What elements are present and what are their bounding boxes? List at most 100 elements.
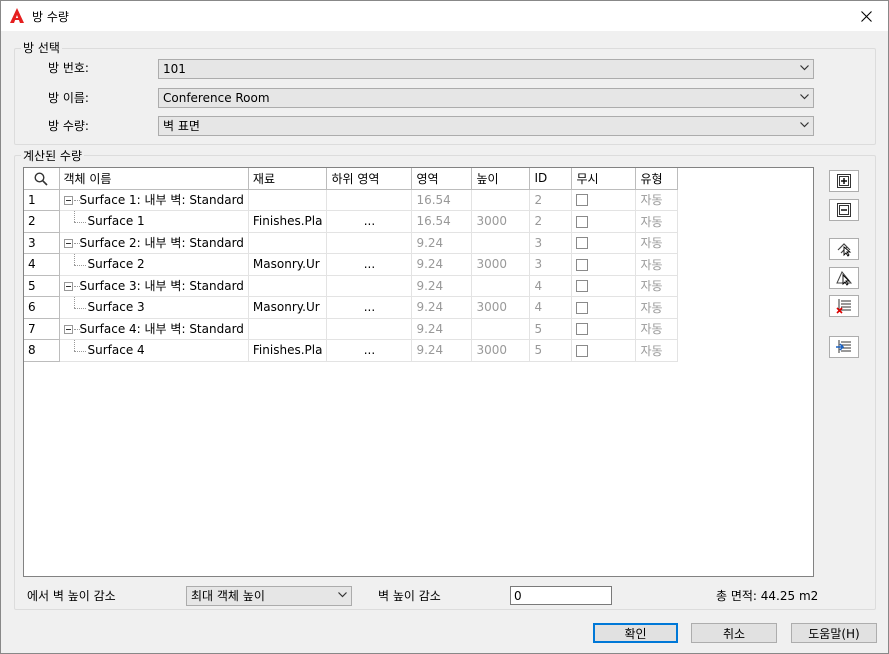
sub-area-cell[interactable]: ... [326, 253, 413, 276]
collapse-all-button[interactable] [829, 199, 859, 221]
ignore-cell[interactable] [571, 253, 637, 276]
column-header-object-name[interactable]: 객체 이름 [59, 168, 249, 190]
object-name-cell[interactable]: Surface 4 [59, 339, 249, 362]
room-quantity-combo[interactable]: 벽 표면 [158, 116, 814, 136]
column-header-height[interactable]: 높이 [471, 168, 531, 190]
material-cell[interactable] [248, 189, 328, 211]
sub-area-cell[interactable]: ... [326, 339, 413, 362]
height-cell[interactable]: 3000 [471, 339, 531, 362]
total-area-text: 총 면적: 44.25 m2 [716, 589, 819, 603]
height-cell[interactable]: 3000 [471, 296, 531, 319]
room-name-value: Conference Room [163, 91, 270, 105]
row-number[interactable]: 8 [24, 339, 60, 362]
id-cell: 4 [529, 275, 573, 297]
height-cell[interactable] [471, 232, 531, 254]
add-object-button[interactable] [829, 267, 859, 289]
material-cell[interactable]: Finishes.Pla [248, 210, 328, 233]
table-row[interactable]: 4 Surface 2 Masonry.Ur... 9.24 3000 3 자동 [24, 253, 679, 276]
material-cell[interactable]: Masonry.Ur [248, 253, 328, 276]
ignore-cell[interactable] [571, 296, 637, 319]
object-name-cell[interactable]: Surface 2: 내부 벽: Standard [59, 232, 249, 254]
help-button[interactable]: 도움말(H) [791, 623, 877, 643]
sub-area-cell[interactable] [326, 232, 413, 254]
object-name-cell[interactable]: Surface 3: 내부 벽: Standard [59, 275, 249, 297]
sub-area-cell[interactable]: ... [326, 210, 413, 233]
ignore-checkbox[interactable] [576, 323, 589, 335]
ok-button[interactable]: 확인 [593, 623, 678, 643]
material-cell[interactable]: Finishes.Pla [248, 339, 328, 362]
collapse-node-icon[interactable] [63, 325, 73, 334]
ignore-checkbox[interactable] [576, 215, 589, 228]
search-column-header[interactable] [24, 168, 60, 190]
expand-all-button[interactable] [829, 170, 859, 192]
collapse-node-icon[interactable] [63, 282, 73, 291]
ignore-checkbox[interactable] [576, 237, 589, 249]
ignore-cell[interactable] [571, 339, 637, 362]
height-cell[interactable]: 3000 [471, 253, 531, 276]
column-header-area[interactable]: 영역 [411, 168, 473, 190]
ignore-cell[interactable] [571, 232, 637, 254]
material-cell[interactable] [248, 232, 328, 254]
ignore-checkbox[interactable] [576, 344, 589, 357]
object-name-cell[interactable]: Surface 1: 내부 벽: Standard [59, 189, 249, 211]
select-object-button[interactable] [829, 238, 859, 260]
reduce-from-combo[interactable]: 최대 객체 높이 [186, 586, 352, 606]
row-number[interactable]: 5 [24, 275, 60, 297]
list-button[interactable] [829, 336, 859, 358]
column-header-id[interactable]: ID [529, 168, 573, 190]
sub-area-cell[interactable] [326, 318, 413, 340]
ignore-checkbox[interactable] [576, 194, 589, 206]
table-row[interactable]: 2 Surface 1 Finishes.Pla... 16.54 3000 2 자동 [24, 210, 679, 233]
close-button[interactable] [844, 1, 888, 31]
material-cell[interactable]: Masonry.Ur [248, 296, 328, 319]
remove-button[interactable] [829, 295, 859, 317]
table-row[interactable]: 8 Surface 4 Finishes.Pla... 9.24 3000 5 자동 [24, 339, 679, 362]
room-quantity-value: 벽 표면 [163, 119, 200, 133]
row-number[interactable]: 3 [24, 232, 60, 254]
cancel-button[interactable]: 취소 [691, 623, 777, 643]
row-number[interactable]: 7 [24, 318, 60, 340]
sub-area-cell[interactable] [326, 189, 413, 211]
column-header-material[interactable]: 재료 [248, 168, 328, 190]
row-number[interactable]: 6 [24, 296, 60, 319]
table-row[interactable]: 7 Surface 4: 내부 벽: Standard 9.24 5 자동 [24, 318, 679, 340]
object-name-cell[interactable]: Surface 2 [59, 253, 249, 276]
sub-area-cell[interactable]: ... [326, 296, 413, 319]
ignore-cell[interactable] [571, 189, 637, 211]
sub-area-cell[interactable] [326, 275, 413, 297]
ignore-checkbox[interactable] [576, 280, 589, 292]
material-cell[interactable] [248, 275, 328, 297]
ignore-cell[interactable] [571, 318, 637, 340]
chevron-down-icon [800, 122, 809, 128]
object-name-cell[interactable]: Surface 3 [59, 296, 249, 319]
room-name-combo[interactable]: Conference Room [158, 88, 814, 108]
object-name-cell[interactable]: Surface 4: 내부 벽: Standard [59, 318, 249, 340]
height-cell[interactable] [471, 318, 531, 340]
row-number[interactable]: 4 [24, 253, 60, 276]
ignore-cell[interactable] [571, 275, 637, 297]
quantities-table: 객체 이름 재료 하위 영역 영역 높이 ID 무시 유형 1 Surface 1… [24, 168, 679, 362]
row-number[interactable]: 1 [24, 189, 60, 211]
room-name-label: 방 이름: [48, 91, 89, 105]
table-header-row: 객체 이름 재료 하위 영역 영역 높이 ID 무시 유형 [24, 168, 679, 190]
ignore-cell[interactable] [571, 210, 637, 233]
column-header-type[interactable]: 유형 [635, 168, 679, 190]
ignore-checkbox[interactable] [576, 258, 589, 271]
table-row[interactable]: 3 Surface 2: 내부 벽: Standard 9.24 3 자동 [24, 232, 679, 254]
row-number[interactable]: 2 [24, 210, 60, 233]
room-number-combo[interactable]: 101 [158, 59, 814, 79]
column-header-ignore[interactable]: 무시 [571, 168, 637, 190]
height-cell[interactable]: 3000 [471, 210, 531, 233]
table-row[interactable]: 5 Surface 3: 내부 벽: Standard 9.24 4 자동 [24, 275, 679, 297]
collapse-node-icon[interactable] [63, 196, 73, 205]
height-cell[interactable] [471, 275, 531, 297]
ignore-checkbox[interactable] [576, 301, 589, 314]
material-cell[interactable] [248, 318, 328, 340]
collapse-node-icon[interactable] [63, 239, 73, 248]
table-row[interactable]: 6 Surface 3 Masonry.Ur... 9.24 3000 4 자동 [24, 296, 679, 319]
reduce-by-input[interactable] [510, 586, 612, 605]
column-header-sub-area[interactable]: 하위 영역 [326, 168, 413, 190]
object-name-cell[interactable]: Surface 1 [59, 210, 249, 233]
table-row[interactable]: 1 Surface 1: 내부 벽: Standard 16.54 2 자동 [24, 189, 679, 211]
height-cell[interactable] [471, 189, 531, 211]
